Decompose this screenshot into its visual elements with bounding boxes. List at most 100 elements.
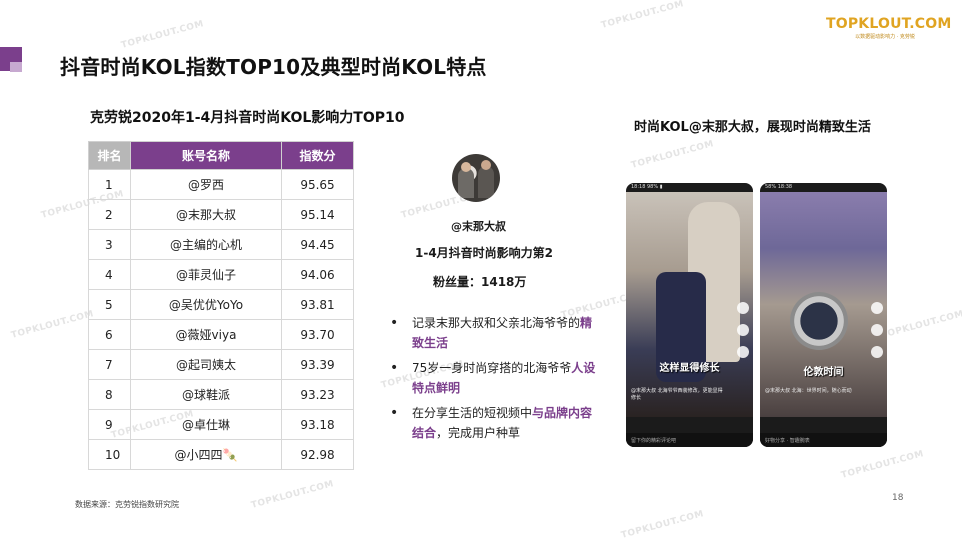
watermark: TOPKLOUT.COM: [880, 309, 962, 341]
account-cell: @菲灵仙子: [130, 259, 282, 290]
account-cell: @主编的心机: [130, 229, 282, 260]
score-cell: 93.81: [281, 289, 354, 320]
kol-rank-text: 1-4月抖音时尚影响力第2: [415, 246, 554, 260]
score-cell: 95.14: [281, 199, 354, 230]
rank-cell: 8: [88, 379, 131, 410]
score-cell: 93.39: [281, 349, 354, 380]
list-item: • 75岁一身时尚穿搭的北海爷爷人设特点鲜明: [390, 358, 600, 398]
bullet-icon: •: [390, 360, 399, 376]
watermark: TOPKLOUT.COM: [840, 449, 925, 481]
video-frame: 伦敦时间 @末那大叔 北海：世界时间，随心而动: [760, 192, 887, 417]
phone-screenshot-suit: 18:18 98% ▮ 这样显得修长 @末那大叔 北海爷爷西装修改，更能显得修长…: [626, 183, 753, 447]
table-row: 2 @末那大叔 95.14: [88, 199, 354, 230]
watermark: TOPKLOUT.COM: [250, 479, 335, 511]
table-row: 1 @罗西 95.65: [88, 169, 354, 200]
watermark: TOPKLOUT.COM: [10, 309, 95, 341]
account-cell: @吴优优YoYo: [130, 289, 282, 320]
status-text: 18:18 98% ▮: [631, 184, 663, 190]
score-cell: 93.18: [281, 409, 354, 440]
comment-icon: [737, 324, 749, 336]
watermark: TOPKLOUT.COM: [120, 19, 205, 51]
table-row: 8 @球鞋派 93.23: [88, 379, 354, 410]
table-row: 7 @起司姨太 93.39: [88, 349, 354, 380]
share-icon: [871, 346, 883, 358]
header-account: 账号名称: [130, 141, 282, 170]
avatar-figure: [478, 166, 494, 198]
account-cell: @卓仕琳: [130, 409, 282, 440]
table-row: 9 @卓仕琳 93.18: [88, 409, 354, 440]
logo-subtext: 以数据驱动影响力 · 克劳锐: [855, 34, 915, 40]
avatar-face: [481, 160, 491, 170]
page-title: 抖音时尚KOL指数TOP10及典型时尚KOL特点: [60, 55, 487, 79]
kol-avatar: [452, 154, 500, 202]
video-meta: @末那大叔 北海：世界时间，随心而动: [765, 388, 852, 394]
like-icon: [737, 302, 749, 314]
video-meta: @末那大叔 北海爷爷西装修改，更能显得修长: [631, 388, 723, 401]
rank-cell: 3: [88, 229, 131, 260]
comment-icon: [871, 324, 883, 336]
list-item: • 记录末那大叔和父亲北海爷爷的精致生活: [390, 313, 600, 353]
account-cell: @末那大叔: [130, 199, 282, 230]
kol-fans-text: 粉丝量：1418万: [433, 275, 527, 289]
rank-cell: 10: [88, 439, 131, 470]
status-text: 58% 18:38: [765, 184, 793, 190]
watermark: TOPKLOUT.COM: [620, 509, 705, 541]
video-caption: 这样显得修长: [659, 363, 720, 374]
page-number: 18: [892, 493, 904, 503]
product-bar: 好物分享 · 智趣腕表: [760, 433, 887, 447]
rank-cell: 4: [88, 259, 131, 290]
score-cell: 95.65: [281, 169, 354, 200]
watermark: TOPKLOUT.COM: [600, 0, 685, 31]
score-cell: 93.23: [281, 379, 354, 410]
bullet-icon: •: [390, 315, 399, 331]
kol-ranking-table: 排名 账号名称 指数分 1 @罗西 95.65 2 @末那大叔 95.14 3 @主编的心…: [88, 141, 354, 470]
kol-feature-list: • 记录末那大叔和父亲北海爷爷的精致生活 • 75岁一身时尚穿搭的北海爷爷人设特点鲜…: [390, 313, 600, 448]
table-title: 克劳锐2020年1-4月抖音时尚KOL影响力TOP10: [90, 110, 405, 126]
avatar-face: [461, 162, 471, 172]
score-cell: 94.06: [281, 259, 354, 290]
table-row: 5 @吴优优YoYo 93.81: [88, 289, 354, 320]
showcase-title: 时尚KOL@末那大叔，展现时尚精致生活: [634, 120, 871, 135]
comment-bar: 留下你的精彩评论吧: [626, 433, 753, 447]
table-row: 3 @主编的心机 94.45: [88, 229, 354, 260]
account-cell: @小四四🍡: [130, 439, 282, 470]
score-cell: 92.98: [281, 439, 354, 470]
table-header-row: 排名 账号名称 指数分: [88, 141, 354, 170]
watermark: TOPKLOUT.COM: [630, 139, 715, 171]
table-row: 4 @菲灵仙子 94.06: [88, 259, 354, 290]
data-source: 数据来源：克劳锐指数研究院: [75, 500, 179, 509]
video-caption: 伦敦时间: [803, 367, 844, 378]
watch-figure: [790, 292, 848, 350]
list-item: • 在分享生活的短视频中与品牌内容结合，完成用户种草: [390, 403, 600, 443]
account-cell: @起司姨太: [130, 349, 282, 380]
account-cell: @罗西: [130, 169, 282, 200]
rank-cell: 6: [88, 319, 131, 350]
score-cell: 94.45: [281, 229, 354, 260]
rank-cell: 1: [88, 169, 131, 200]
point-text: 记录末那大叔和父亲北海爷爷的: [412, 316, 581, 330]
kol-name: @末那大叔: [451, 220, 506, 233]
phone-screenshot-watch: 58% 18:38 伦敦时间 @末那大叔 北海：世界时间，随心而动 好物分享 ·…: [760, 183, 887, 447]
video-frame: 这样显得修长 @末那大叔 北海爷爷西装修改，更能显得修长: [626, 192, 753, 417]
logo-text: TOPKLOUT.COM: [826, 16, 952, 32]
header-rank: 排名: [88, 141, 131, 170]
topklout-logo: TOPKLOUT.COM 以数据驱动影响力 · 克劳锐: [826, 16, 952, 40]
video-action-icons: [871, 302, 883, 358]
score-cell: 93.70: [281, 319, 354, 350]
point-text: 在分享生活的短视频中: [412, 406, 533, 420]
avatar-figure: [458, 168, 474, 198]
accent-block-small: [10, 62, 22, 72]
table-row: 6 @薇娅viya 93.70: [88, 319, 354, 350]
rank-cell: 9: [88, 409, 131, 440]
rank-cell: 2: [88, 199, 131, 230]
point-text-tail: ，完成用户种草: [436, 426, 521, 440]
account-cell: @薇娅viya: [130, 319, 282, 350]
rank-cell: 7: [88, 349, 131, 380]
rank-cell: 5: [88, 289, 131, 320]
table-row: 10 @小四四🍡 92.98: [88, 439, 354, 470]
video-action-icons: [737, 302, 749, 358]
account-cell: @球鞋派: [130, 379, 282, 410]
point-text: 75岁一身时尚穿搭的北海爷爷: [412, 361, 572, 375]
like-icon: [871, 302, 883, 314]
header-score: 指数分: [281, 141, 354, 170]
